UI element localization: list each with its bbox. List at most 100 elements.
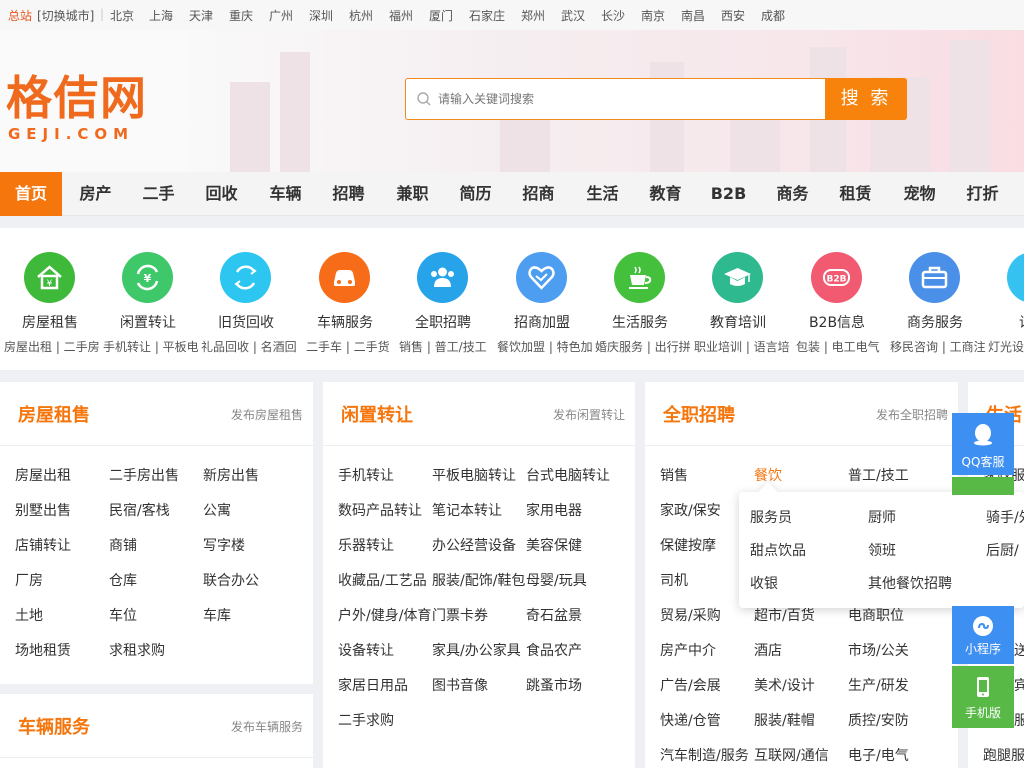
listing-link[interactable]: 家居日用品 [338,675,408,695]
city-link[interactable]: 南京 [641,7,665,24]
listing-link[interactable]: 场地租赁 [15,640,71,660]
submenu-item[interactable]: 厨师 [868,507,896,527]
listing-link[interactable]: 公寓 [203,500,231,520]
listing-link[interactable]: 服装/配饰/鞋包 [432,570,525,590]
miniapp-button[interactable]: 小程序 [952,606,1014,664]
listing-link[interactable]: 设备转让 [338,640,394,660]
listing-link[interactable]: 酒店 [754,640,782,660]
listing-link[interactable]: 商铺 [109,535,137,555]
city-link[interactable]: 武汉 [561,7,585,24]
city-link[interactable]: 天津 [189,7,213,24]
category-sublinks[interactable]: 二手车 | 二手货 [306,338,390,355]
nav-item[interactable]: 生活 [571,172,634,216]
main-site-link[interactable]: 总站 [8,7,32,24]
listing-link[interactable]: 门票卡券 [432,605,488,625]
submenu-item[interactable]: 甜点饮品 [750,540,806,560]
city-link[interactable]: 郑州 [521,7,545,24]
category-sublinks[interactable]: 餐饮加盟 | 特色加 [497,338,593,355]
listing-link[interactable]: 二手房出售 [109,465,179,485]
listing-link[interactable]: 写字楼 [203,535,245,555]
listing-link[interactable]: 联合办公 [203,570,259,590]
publish-link[interactable]: 发布房屋租售 [231,406,303,423]
mobile-version-button[interactable]: 手机版 [952,666,1014,728]
submenu-item[interactable]: 收银 [750,573,778,593]
city-link[interactable]: 石家庄 [469,7,505,24]
listing-link[interactable]: 家政/保安 [660,500,721,520]
search-input[interactable] [438,80,818,118]
listing-link[interactable]: 家具/办公家具 [432,640,521,660]
listing-link[interactable]: 别墅出售 [15,500,71,520]
publish-link[interactable]: 发布闲置转让 [553,406,625,423]
nav-item[interactable]: 房产 [64,172,127,216]
nav-item[interactable]: 商务 [761,172,824,216]
listing-link[interactable]: 超市/百货 [754,605,815,625]
listing-link[interactable]: 乐器转让 [338,535,394,555]
category-sublinks[interactable]: 销售 | 普工/技工 [399,338,487,355]
nav-item[interactable]: 简历 [444,172,507,216]
nav-item[interactable]: 租赁 [824,172,887,216]
category-sublinks[interactable]: 灯光设 [988,338,1024,355]
listing-link[interactable]: 送 [1014,640,1024,660]
category-sublinks[interactable]: 移民咨询 | 工商注 [890,338,986,355]
submenu-item[interactable]: 领班 [868,540,896,560]
category-sublinks[interactable]: 房屋出租 | 二手房 [4,338,100,355]
listing-link[interactable]: 图书音像 [432,675,488,695]
qq-service-button[interactable]: QQ客服 [952,413,1014,475]
nav-item[interactable]: 宠物 [888,172,951,216]
city-link[interactable]: 重庆 [229,7,253,24]
nav-item[interactable]: 教育 [634,172,697,216]
listing-link[interactable]: 办公经营设备 [432,535,516,555]
listing-link[interactable]: 笔记本转让 [432,500,502,520]
city-link[interactable]: 西安 [721,7,745,24]
nav-item[interactable]: 招商 [507,172,570,216]
city-link[interactable]: 广州 [269,7,293,24]
listing-link[interactable]: 民宿/客栈 [109,500,170,520]
listing-link[interactable]: 美容保健 [526,535,582,555]
listing-link[interactable]: 生产/研发 [848,675,909,695]
listing-link[interactable]: 质控/安防 [848,710,909,730]
city-link[interactable]: 上海 [149,7,173,24]
listing-link[interactable]: 家用电器 [526,500,582,520]
listing-link[interactable]: 手机转让 [338,465,394,485]
listing-link[interactable]: 车位 [109,605,137,625]
submenu-item[interactable]: 骑手/外 [986,507,1024,527]
nav-item[interactable]: 二手 [127,172,190,216]
listing-link[interactable]: 跳蚤市场 [526,675,582,695]
listing-link[interactable]: 宾 [1014,675,1024,695]
listing-link[interactable]: 电子/电气 [848,745,909,765]
listing-link[interactable]: 服装/鞋帽 [754,710,815,730]
nav-item-home[interactable]: 首页 [0,172,62,216]
nav-item[interactable]: 车辆 [254,172,317,216]
listing-link[interactable]: 保健按摩 [660,535,716,555]
listing-link[interactable]: 仓库 [109,570,137,590]
submenu-item[interactable]: 服务员 [750,507,792,527]
listing-link[interactable]: 食品农产 [526,640,582,660]
listing-link[interactable]: 平板电脑转让 [432,465,516,485]
listing-link[interactable]: 母婴/玩具 [526,570,587,590]
category-sublinks[interactable]: 包装 | 电工电气 [796,338,880,355]
panel-title[interactable]: 全职招聘 [663,401,735,427]
publish-link[interactable]: 发布全职招聘 [876,406,948,423]
city-link[interactable]: 福州 [389,7,413,24]
submenu-item[interactable]: 其他餐饮招聘 [868,573,952,593]
listing-link[interactable]: 销售 [660,465,688,485]
nav-item[interactable]: 兼职 [381,172,444,216]
listing-link[interactable]: 服 [1014,710,1024,730]
wechat-button[interactable] [952,477,1014,495]
nav-item[interactable]: 打折 [951,172,1014,216]
category-sublinks[interactable]: 婚庆服务 | 出行拼 [595,338,691,355]
listing-link[interactable]: 房屋出租 [15,465,71,485]
listing-link[interactable]: 厂房 [15,570,43,590]
listing-link[interactable]: 奇石盆景 [526,605,582,625]
submenu-item[interactable]: 后厨/ [986,540,1019,560]
search-button[interactable]: 搜 索 [825,78,907,120]
listing-link[interactable]: 市场/公关 [848,640,909,660]
listing-link[interactable]: 广告/会展 [660,675,721,695]
listing-link[interactable]: 电商职位 [848,605,904,625]
listing-link[interactable]: 车库 [203,605,231,625]
nav-item[interactable]: 回收 [190,172,253,216]
listing-link[interactable]: 快递/仓管 [660,710,721,730]
nav-item[interactable]: B2B [697,172,760,216]
nav-item[interactable]: 招聘 [317,172,380,216]
city-link[interactable]: 厦门 [429,7,453,24]
